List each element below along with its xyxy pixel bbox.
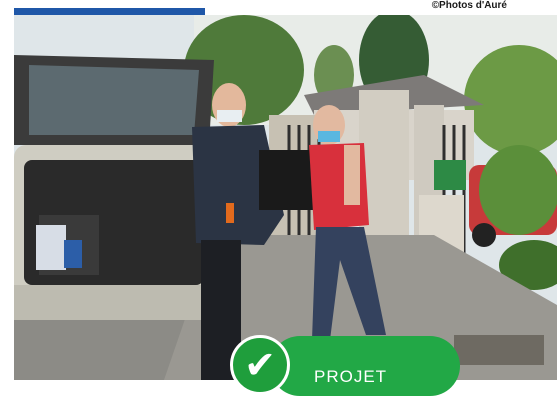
check-icon: ✔ xyxy=(230,335,290,395)
badge-label: PROJET xyxy=(314,367,388,386)
project-badge: PROJET ✔ xyxy=(230,333,490,396)
photo-credit: ©Photos d'Auré xyxy=(431,0,507,11)
badge-pill xyxy=(270,336,460,396)
photo xyxy=(14,15,557,380)
